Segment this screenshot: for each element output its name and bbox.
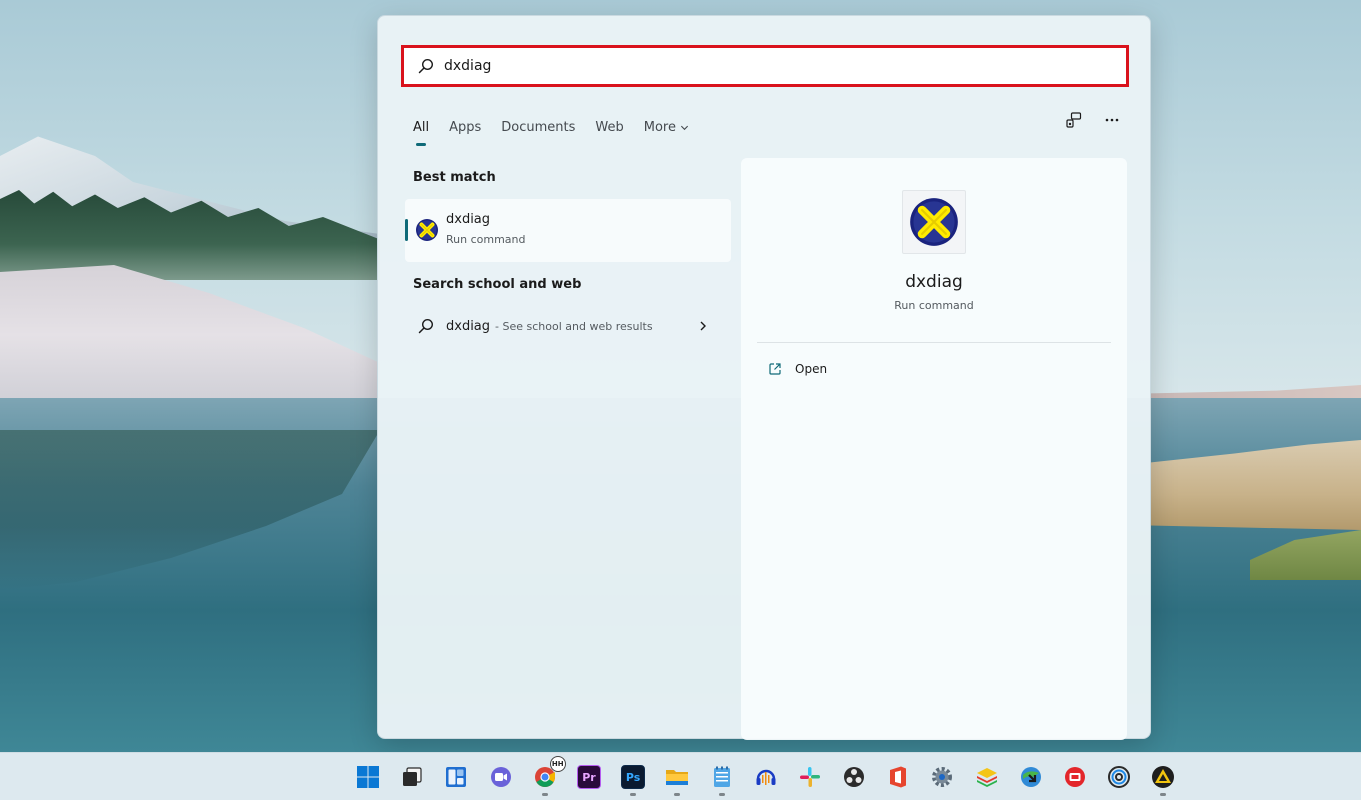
photoshop-button[interactable]: Ps xyxy=(615,759,651,796)
web-search-heading: Search school and web xyxy=(413,277,582,292)
settings-button[interactable] xyxy=(924,759,960,795)
file-explorer-button[interactable] xyxy=(659,759,695,796)
directx-icon xyxy=(416,219,438,241)
connected-devices-icon xyxy=(1066,112,1082,128)
internet-download-manager-icon xyxy=(1020,767,1041,787)
bluestacks-icon xyxy=(976,768,997,787)
slack-icon xyxy=(799,767,820,787)
web-search-hint: - See school and web results xyxy=(495,319,653,333)
tab-web[interactable]: Web xyxy=(595,116,623,138)
screen-recorder-button[interactable] xyxy=(1057,759,1093,795)
settings-icon xyxy=(932,767,953,787)
top-actions xyxy=(1064,110,1122,130)
running-indicator xyxy=(674,793,681,796)
chrome-button[interactable]: HH xyxy=(527,756,566,796)
open-action-label: Open xyxy=(795,362,828,376)
widgets-button[interactable] xyxy=(438,759,474,795)
best-match-type: Run command xyxy=(446,233,526,246)
notepad-button[interactable] xyxy=(704,759,740,796)
best-match-name: dxdiag xyxy=(446,212,491,227)
start-icon xyxy=(357,766,379,788)
preview-icon-frame xyxy=(902,190,966,254)
tab-documents-label: Documents xyxy=(501,119,576,135)
premiere-pro-button[interactable]: Pr xyxy=(571,759,607,795)
audacity-button[interactable] xyxy=(748,759,784,795)
tab-web-label: Web xyxy=(595,119,624,135)
tab-apps[interactable]: Apps xyxy=(449,116,481,138)
ellipsis-icon xyxy=(1105,118,1119,122)
spiral-app-icon xyxy=(1108,766,1131,788)
audacity-icon xyxy=(756,769,776,785)
web-search-query: dxdiag xyxy=(446,318,491,334)
obs-icon xyxy=(844,767,865,787)
filter-tabs: All Apps Documents Web More xyxy=(413,112,709,146)
best-match-item[interactable]: dxdiag Run command xyxy=(405,199,731,262)
search-input[interactable] xyxy=(444,58,1044,74)
taskbar: HH Pr Ps xyxy=(0,752,1361,800)
office-button[interactable] xyxy=(880,759,916,795)
obs-button[interactable] xyxy=(836,759,872,795)
search-icon xyxy=(418,58,434,74)
task-view-icon xyxy=(403,767,422,786)
connected-devices-button[interactable] xyxy=(1064,110,1084,130)
tab-all-label: All xyxy=(413,119,430,135)
open-external-icon xyxy=(769,363,781,375)
tab-more[interactable]: More xyxy=(644,116,689,138)
preview-pane: dxdiag Run command Open xyxy=(741,158,1127,740)
triangle-app-icon xyxy=(1152,766,1175,788)
screen-recorder-icon xyxy=(1065,767,1085,787)
spiral-app-button[interactable] xyxy=(1101,759,1137,795)
widgets-icon xyxy=(446,767,467,787)
photoshop-icon: Ps xyxy=(621,765,646,789)
web-search-item[interactable]: dxdiag - See school and web results xyxy=(418,314,718,338)
tab-more-label: More xyxy=(643,119,676,135)
task-view-button[interactable] xyxy=(394,759,430,795)
selection-indicator xyxy=(405,219,408,241)
chevron-down-icon xyxy=(680,125,689,130)
file-explorer-icon xyxy=(666,770,689,785)
chevron-right-icon xyxy=(700,321,706,331)
more-options-button[interactable] xyxy=(1102,110,1122,130)
search-panel: All Apps Documents Web More Best m xyxy=(377,15,1151,740)
preview-name: dxdiag xyxy=(905,272,963,292)
running-indicator xyxy=(630,793,637,796)
search-icon xyxy=(418,318,434,334)
open-action[interactable]: Open xyxy=(768,362,827,376)
slack-button[interactable] xyxy=(792,759,828,795)
tab-all[interactable]: All xyxy=(413,116,430,146)
notepad-icon xyxy=(713,766,730,787)
directx-icon xyxy=(910,198,958,246)
running-indicator xyxy=(718,793,725,796)
triangle-app-button[interactable] xyxy=(1145,759,1181,796)
preview-divider xyxy=(757,342,1111,343)
running-indicator xyxy=(1160,793,1167,796)
bluestacks-button[interactable] xyxy=(969,759,1005,795)
premiere-pro-icon: Pr xyxy=(576,765,601,789)
search-box[interactable] xyxy=(401,45,1129,87)
internet-download-manager-button[interactable] xyxy=(1013,759,1049,795)
start-button[interactable] xyxy=(350,759,386,795)
tab-documents[interactable]: Documents xyxy=(501,116,575,138)
chrome-profile-badge: HH xyxy=(549,756,566,772)
running-indicator xyxy=(541,793,548,796)
teams-chat-button[interactable] xyxy=(483,759,519,795)
best-match-heading: Best match xyxy=(413,170,496,185)
taskbar-apps: HH Pr Ps xyxy=(350,756,1190,796)
teams-chat-icon xyxy=(490,767,511,787)
tab-apps-label: Apps xyxy=(449,119,482,135)
office-icon xyxy=(890,766,907,788)
preview-type: Run command xyxy=(894,299,974,312)
